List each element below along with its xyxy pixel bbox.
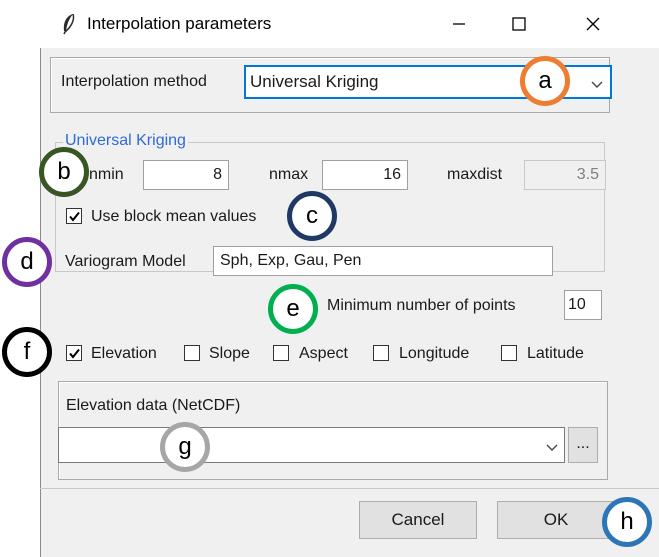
block-mean-label: Use block mean values — [91, 208, 257, 225]
annotation-letter: d — [20, 248, 34, 275]
checkmark-icon — [69, 211, 80, 222]
aspect-checkbox[interactable] — [273, 345, 289, 361]
aspect-label: Aspect — [299, 345, 348, 362]
minimize-icon — [453, 23, 465, 25]
annotation-letter: g — [178, 433, 192, 460]
annotation-h: h — [602, 497, 652, 547]
method-label: Interpolation method — [61, 73, 207, 90]
slope-checkbox[interactable] — [184, 345, 200, 361]
maxdist-label: maxdist — [447, 166, 503, 183]
browse-button[interactable]: ... — [568, 427, 598, 463]
variogram-label: Variogram Model — [65, 253, 186, 270]
annotation-letter: a — [538, 67, 552, 94]
annotation-c: c — [287, 191, 337, 241]
annotation-a: a — [520, 56, 570, 106]
annotation-b: b — [39, 147, 89, 197]
annotation-e: e — [268, 284, 318, 334]
method-value: Universal Kriging — [250, 72, 379, 91]
close-icon — [586, 17, 600, 31]
latitude-label: Latitude — [527, 345, 584, 362]
maximize-button[interactable] — [504, 10, 534, 38]
elevation-label: Elevation — [91, 345, 157, 362]
close-button[interactable] — [578, 10, 608, 38]
annotation-letter: b — [57, 158, 71, 185]
annotation-g: g — [160, 422, 210, 472]
elevation-data-label: Elevation data (NetCDF) — [66, 397, 241, 414]
elevation-checkbox[interactable] — [66, 345, 82, 361]
elevation-data-combobox[interactable] — [58, 427, 565, 463]
annotation-f: f — [2, 327, 52, 377]
min-points-input[interactable]: 10 — [564, 290, 602, 320]
divider — [40, 488, 659, 489]
latitude-checkbox[interactable] — [501, 345, 517, 361]
annotation-letter: e — [286, 295, 300, 322]
annotation-d: d — [2, 237, 52, 287]
window-title: Interpolation parameters — [87, 14, 272, 33]
slope-label: Slope — [209, 345, 250, 362]
min-points-label: Minimum number of points — [327, 297, 516, 314]
annotation-letter: h — [620, 508, 634, 535]
annotation-letter: f — [23, 338, 31, 365]
block-mean-checkbox[interactable] — [66, 208, 82, 224]
nmax-label: nmax — [269, 166, 309, 183]
annotation-letter: c — [306, 202, 318, 229]
cancel-button[interactable]: Cancel — [359, 501, 477, 539]
checkmark-icon — [69, 348, 80, 359]
nmax-input[interactable]: 16 — [322, 160, 408, 190]
longitude-label: Longitude — [399, 345, 470, 362]
ok-button[interactable]: OK — [497, 501, 615, 539]
nmin-label: nmin — [89, 166, 124, 183]
kriging-frame-title: Universal Kriging — [63, 132, 188, 150]
maxdist-input[interactable]: 3.5 — [524, 160, 606, 190]
minimize-button[interactable] — [444, 10, 474, 38]
longitude-checkbox[interactable] — [373, 345, 389, 361]
chevron-down-icon[interactable] — [545, 440, 559, 451]
maximize-icon — [512, 17, 526, 31]
nmin-input[interactable]: 8 — [143, 160, 229, 190]
chevron-down-icon[interactable] — [590, 77, 604, 88]
variogram-input[interactable]: Sph, Exp, Gau, Pen — [213, 246, 553, 276]
feather-icon — [58, 12, 80, 36]
